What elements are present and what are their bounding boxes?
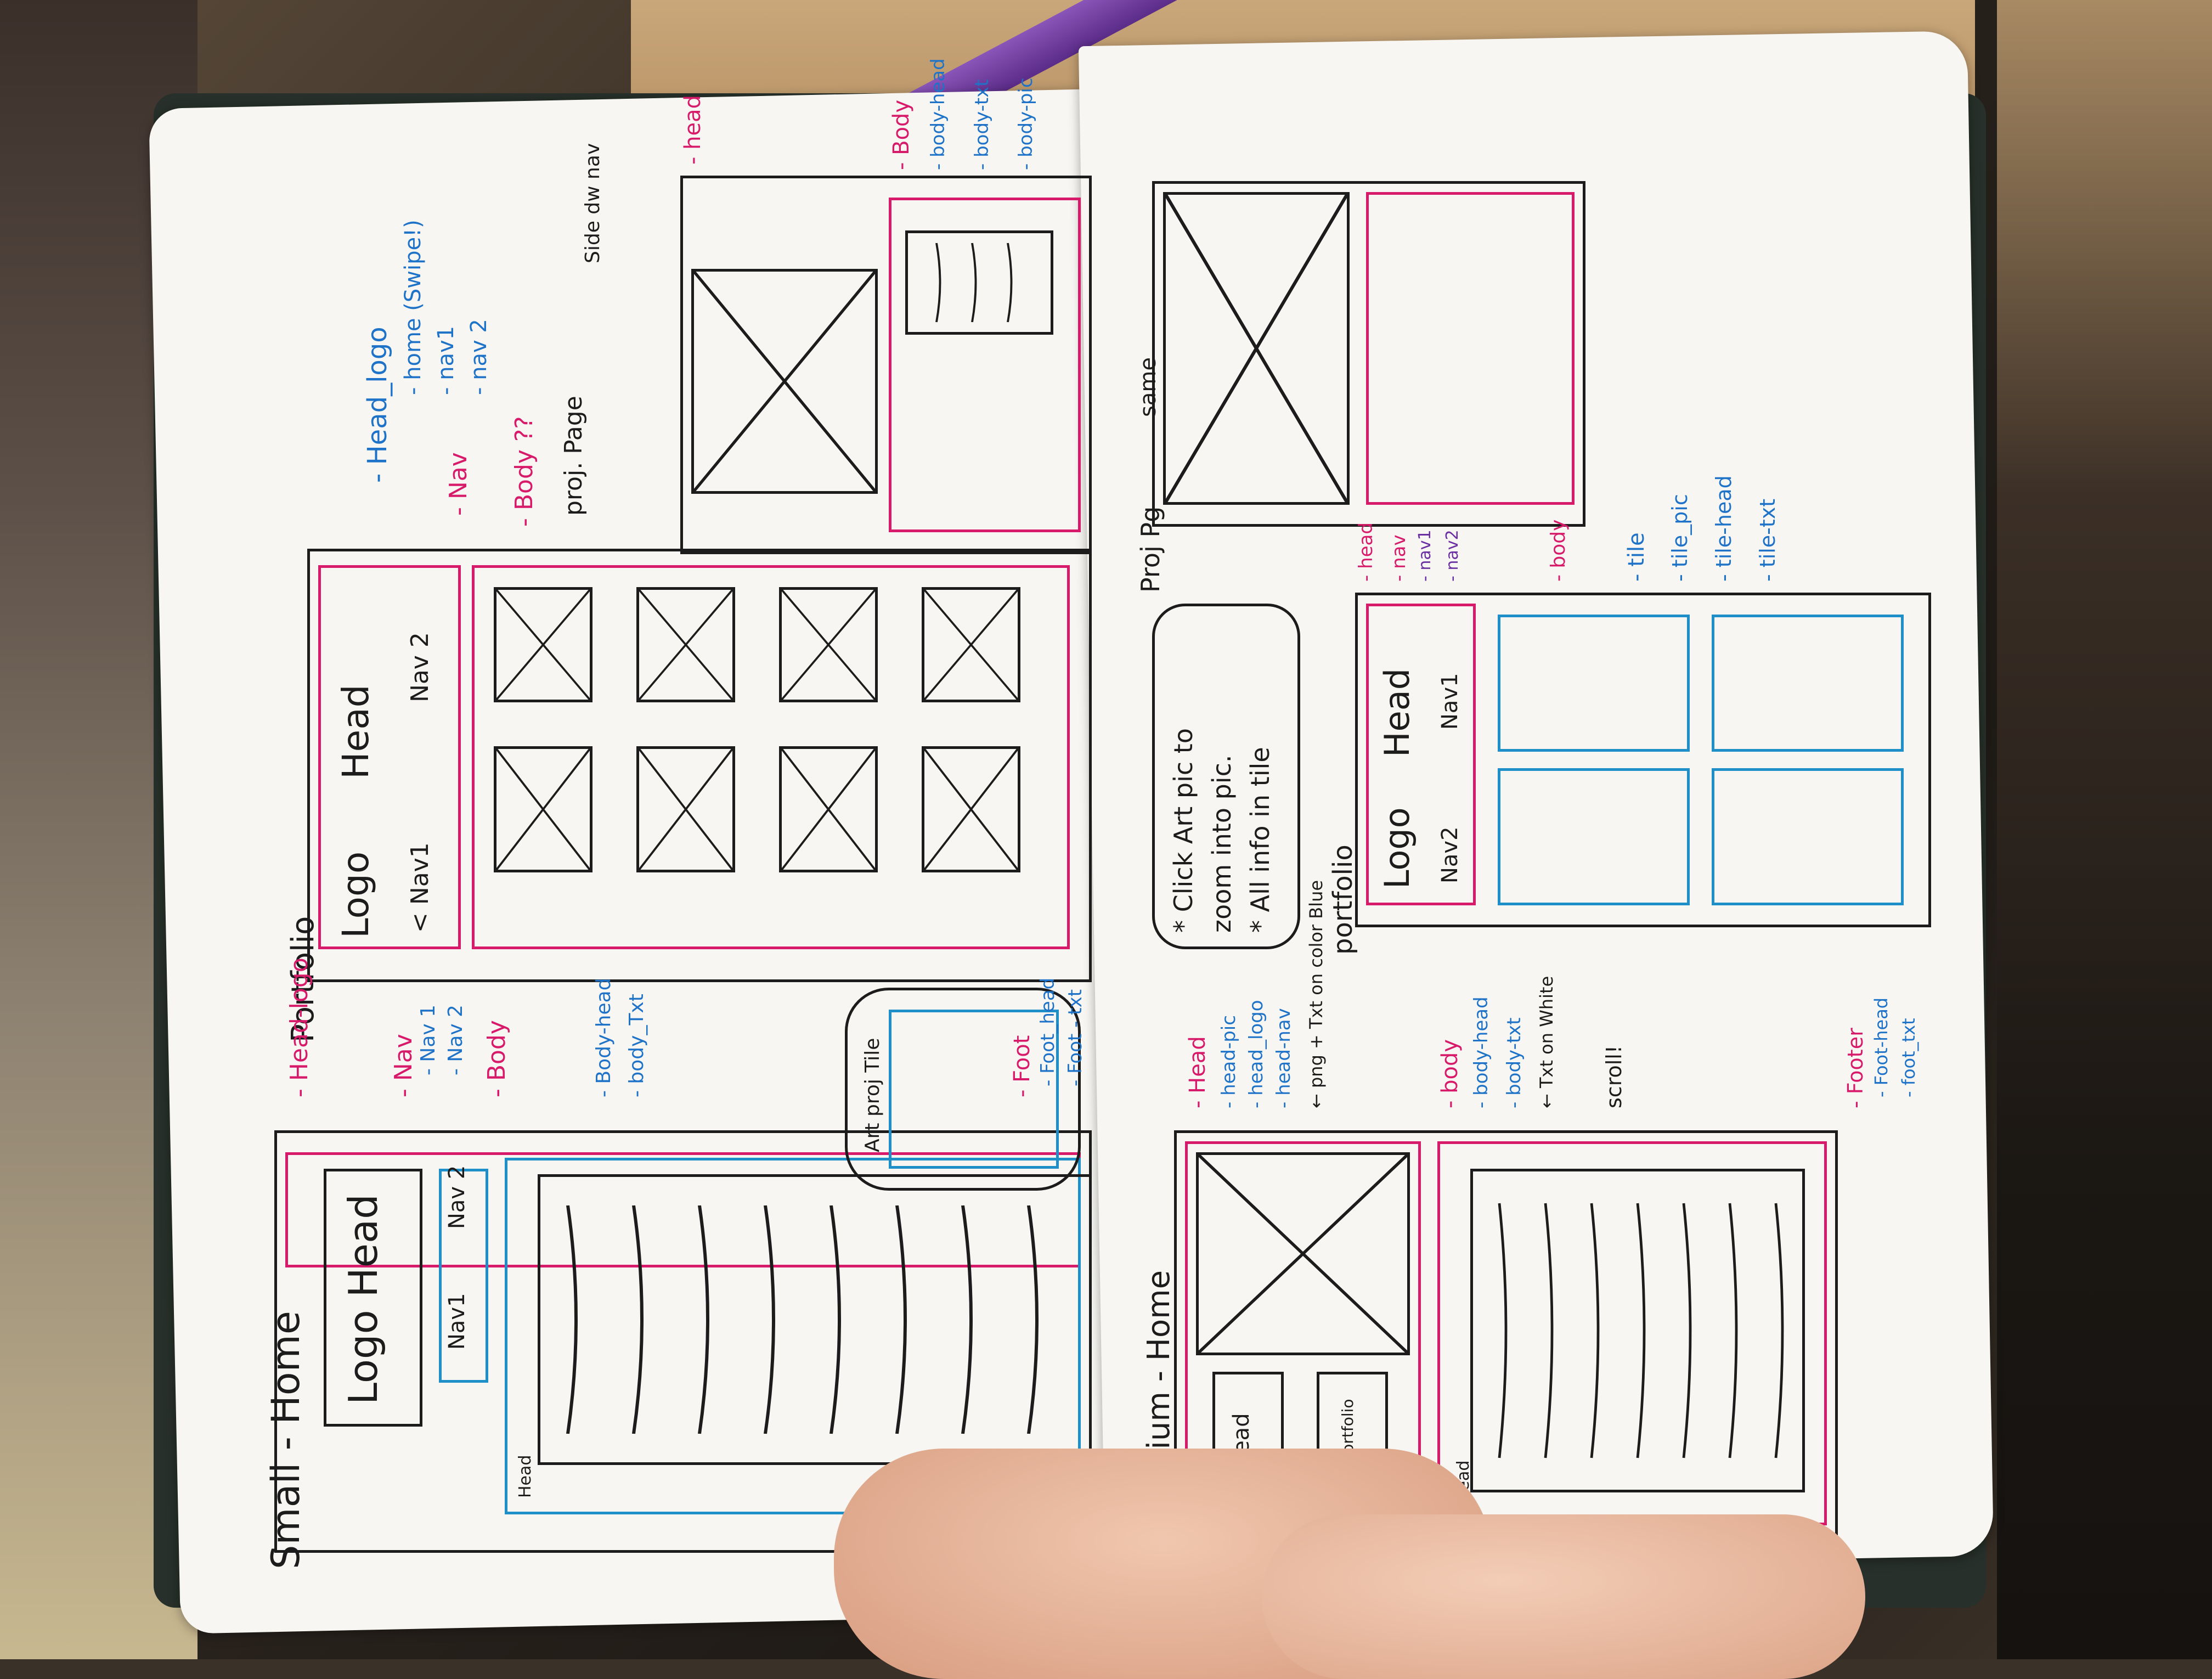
side-nav-note: Side dw nav	[582, 143, 604, 263]
medium-note-head: - Head	[1185, 1036, 1210, 1108]
nav1-label: Nav1	[444, 1293, 470, 1350]
right-portfolio-tile	[1498, 768, 1690, 905]
callout-line1: * Click Art pic to	[1169, 728, 1198, 933]
portfolio-nav1: < Nav1	[406, 842, 434, 933]
small-note-foot: - Foot	[1009, 1035, 1035, 1097]
proj-pg-label: Proj Pg	[1136, 506, 1165, 593]
proj-note-head: - head	[680, 94, 706, 165]
right-portfolio-tile	[1712, 615, 1904, 752]
portfolio-tile-pic	[636, 587, 735, 702]
medium-note-foot-txt: - foot_txt	[1898, 1018, 1919, 1097]
small-home-title: Small - Home	[263, 1311, 308, 1569]
proj-note-body-head: - body-head	[927, 58, 949, 170]
proj-note-body-txt: - body-txt	[971, 79, 993, 170]
portfolio-tile-pic	[922, 587, 1020, 702]
portfolio-tile-pic	[494, 746, 592, 872]
proj-note-body-pic: - body-pic	[1015, 77, 1037, 170]
rp-note-nav1: - nav1	[1415, 529, 1435, 582]
medium-note-footer: - Footer	[1843, 1028, 1867, 1108]
portfolio-tile-pic	[636, 746, 735, 872]
rp-note-tile-pic: - tile_pic	[1668, 494, 1692, 582]
portfolio-note-body: - Body ??	[510, 416, 538, 527]
small-note-body-head: - Body-head	[592, 978, 615, 1097]
right-portfolio-tile	[1498, 615, 1690, 752]
proj-pg-same: same	[1136, 357, 1161, 417]
right-portfolio-nav2: Nav2	[1437, 826, 1463, 883]
proj-pg-body	[1366, 192, 1575, 505]
rp-note-tile-head: - tile-head	[1712, 475, 1736, 582]
left-page-sketches: Logo Head Nav1 Nav 2 Head Small - Home L…	[198, 58, 1097, 1602]
small-note-foot-txt: - Foot - txt	[1064, 989, 1086, 1086]
small-note-foot-head: - Foot_head	[1037, 977, 1059, 1086]
medium-note-body-head: - body-head	[1470, 996, 1492, 1108]
medium-head-pic	[1196, 1152, 1410, 1355]
portfolio-tile-pic	[922, 746, 1020, 872]
portfolio-tile-pic	[779, 587, 878, 702]
right-background	[1997, 0, 2212, 1659]
medium-note-head-pic: - head-pic	[1218, 1015, 1240, 1108]
medium-body-text	[1470, 1169, 1805, 1492]
medium-note-head-logo: - head_logo	[1245, 1000, 1267, 1108]
right-portfolio-logo: Logo	[1377, 807, 1417, 889]
rp-note-tile-txt: - tile-txt	[1756, 498, 1780, 582]
right-portfolio-head-label: Head	[1377, 668, 1417, 757]
medium-note-body-txt: - body-txt	[1503, 1017, 1525, 1108]
portfolio-note-head-logo: - Head_logo	[362, 326, 393, 483]
medium-note-white: ← Txt on White	[1536, 976, 1557, 1108]
portfolio-note-nav: - Nav	[444, 452, 472, 516]
small-note-nav1: - Nav 1	[417, 1004, 439, 1075]
portfolio-note-nav2: - nav 2	[466, 319, 492, 395]
medium-note-head-nav: - head-nav	[1273, 1008, 1295, 1108]
hand	[1262, 1514, 1865, 1679]
portfolio-tile-pic	[779, 746, 878, 872]
portfolio-note-nav1: - nav1	[433, 325, 459, 395]
proj-body-text	[905, 230, 1053, 335]
portfolio-tile-pic	[494, 587, 592, 702]
right-page-sketches: Proj Pg same * Click Art pic to zoom int…	[1119, 99, 1953, 1542]
portfolio-note-home: - home (Swipe!)	[400, 219, 426, 395]
portfolio-logo: Logo	[335, 851, 377, 938]
medium-note-body: - body	[1437, 1039, 1463, 1108]
rp-note-tile: - tile	[1624, 532, 1649, 582]
small-note-head-logo: - Head-logo	[285, 957, 313, 1097]
rp-note-nav: - nav	[1388, 534, 1410, 582]
right-portfolio-nav1: Nav1	[1437, 673, 1463, 730]
logo-head-label: Logo Head	[340, 1194, 386, 1405]
nav2-label: Nav 2	[444, 1165, 470, 1229]
portfolio-nav2: Nav 2	[406, 632, 434, 702]
right-portfolio-title: portfolio	[1328, 844, 1358, 955]
proj-page-head-pic	[691, 269, 878, 494]
callout-line2: zoom into pic.	[1207, 754, 1237, 933]
head-tag: Head	[516, 1455, 535, 1498]
rp-note-head: - head	[1355, 522, 1377, 582]
portfolio-head: Head	[335, 684, 377, 779]
small-note-body-txt: - body_Txt	[625, 994, 648, 1097]
medium-note-scroll: scroll!	[1602, 1045, 1626, 1108]
body-text-lines	[538, 1174, 1092, 1465]
proj-pg-head-pic	[1163, 192, 1350, 505]
rp-note-body: - body	[1547, 519, 1570, 582]
rp-note-nav2: - nav2	[1443, 529, 1462, 582]
small-note-nav: - Nav	[390, 1034, 417, 1097]
art-tile-label: Art proj Tile	[861, 1038, 884, 1152]
small-note-nav2: - Nav 2	[444, 1004, 467, 1075]
small-note-body: - Body	[483, 1020, 511, 1097]
proj-note-body: - Body	[889, 99, 914, 170]
proj-page-note: proj. Page	[560, 396, 588, 516]
right-portfolio-tile	[1712, 768, 1904, 905]
medium-note-png: ← png + Txt on color Blue	[1306, 880, 1327, 1108]
callout-line3: * All info in tile	[1245, 747, 1275, 933]
medium-note-foot-head: - Foot-head	[1871, 997, 1892, 1097]
